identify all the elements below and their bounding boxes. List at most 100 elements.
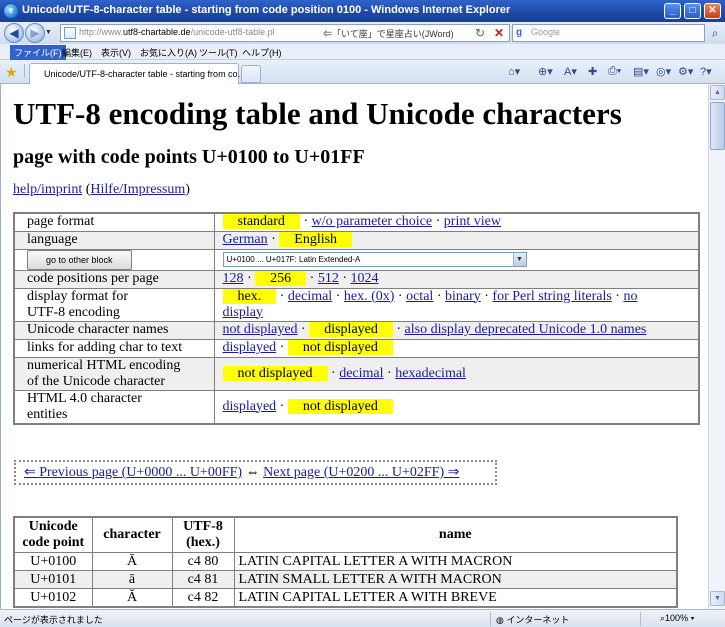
address-hint[interactable]: ⇐「いて座」で星座占い(JWord) (323, 27, 454, 40)
option-row: Unicode character names not displayed · … (13, 320, 700, 340)
menu-bar: ファイル(F) 編集(E) 表示(V) お気に入り(A) ツール(T) ヘルプ(… (0, 44, 725, 60)
name-cell: LATIN CAPITAL LETTER A WITH BREVE (233, 588, 678, 608)
search-icon[interactable]: ⌕ (707, 25, 723, 41)
selected-option: not displayed (222, 365, 328, 381)
menu-favorites[interactable]: お気に入り(A) (136, 45, 201, 60)
chevron-down-icon[interactable]: ▼ (512, 252, 526, 266)
option-link[interactable]: hex. (0x) (344, 289, 395, 304)
menu-tools[interactable]: ツール(T) (195, 45, 242, 60)
option-label: Unicode character names (13, 320, 215, 340)
security-zone: ◍ インターネット (496, 615, 570, 625)
selected-option: not displayed (287, 398, 393, 414)
divider (640, 612, 641, 626)
back-button[interactable]: ◀ (4, 23, 24, 43)
page-icon (64, 27, 76, 39)
selected-option: hex. (222, 288, 277, 304)
utf8-cell: c4 80 (171, 552, 235, 571)
option-link[interactable]: octal (406, 289, 433, 304)
option-link[interactable]: print view (444, 214, 501, 229)
safety-icon[interactable]: ◎▾ (656, 65, 671, 79)
option-link[interactable]: displayed (223, 399, 277, 414)
option-link[interactable]: also display deprecated Unicode 1.0 name… (405, 322, 647, 337)
help-imprint-link[interactable]: help/imprint (13, 182, 82, 197)
address-bar[interactable]: http://www.utf8-chartable.de/unicode-utf… (60, 24, 510, 42)
tab-current[interactable]: Unicode/UTF-8-character table - starting… (29, 63, 245, 84)
minimize-button[interactable]: _ (664, 3, 681, 19)
globe-icon: ◍ (496, 615, 504, 625)
status-text: ページが表示されました (4, 615, 103, 625)
close-button[interactable]: ✕ (704, 3, 721, 19)
read-mail-icon[interactable]: A▾ (564, 65, 577, 79)
menu-help[interactable]: ヘルプ(H) (238, 45, 286, 60)
option-row: language German · English (13, 230, 700, 250)
new-tab-button[interactable] (241, 65, 261, 83)
option-link[interactable]: 128 (223, 271, 244, 286)
google-icon: g (516, 27, 523, 38)
page-menu-icon[interactable]: ▤▾ (633, 65, 649, 79)
ie-logo-icon: e (3, 3, 19, 19)
name-cell: LATIN SMALL LETTER A WITH MACRON (233, 570, 678, 589)
tools-gear-icon[interactable]: ⚙▾ (678, 65, 693, 79)
address-url[interactable]: http://www.utf8-chartable.de/unicode-utf… (79, 27, 275, 37)
stop-icon[interactable]: ✕ (492, 26, 506, 40)
help-icon[interactable]: ?▾ (700, 65, 712, 79)
page-navigation: ⇐ Previous page (U+0000 ... U+00FF) ⇔ Ne… (14, 460, 497, 485)
character-cell: Ā (91, 552, 173, 571)
menu-edit[interactable]: 編集(E) (58, 45, 96, 60)
option-label: code positions per page (13, 269, 215, 289)
selected-option: standard (222, 214, 300, 230)
scroll-down-icon[interactable]: ▼ (710, 591, 725, 606)
option-link[interactable]: displayed (223, 340, 277, 355)
scrollbar-thumb[interactable] (710, 102, 725, 150)
option-link[interactable]: 512 (318, 271, 339, 286)
option-link[interactable]: display (223, 305, 263, 320)
option-link[interactable]: w/o parameter choice (312, 214, 433, 229)
refresh-icon[interactable]: ↻ (473, 26, 487, 40)
option-link[interactable]: no (623, 289, 637, 304)
scroll-up-icon[interactable]: ▲ (710, 85, 725, 100)
selected-option: displayed (309, 322, 393, 337)
menu-view[interactable]: 表示(V) (97, 45, 135, 60)
vertical-scrollbar[interactable]: ▲ ▼ (708, 84, 725, 609)
option-label: HTML 4.0 character entities (13, 389, 215, 424)
add-ons-icon[interactable]: ✚ (588, 65, 597, 79)
selected-option: not displayed (287, 340, 393, 355)
option-link[interactable]: for Perl string literals (492, 289, 611, 304)
help-links: help/imprint (Hilfe/Impressum) (13, 182, 190, 197)
go-to-other-block-button[interactable]: go to other block (27, 249, 132, 270)
forward-button[interactable]: ▶ (25, 23, 45, 43)
next-page-link[interactable]: Next page (U+0200 ... U+02FF) ⇒ (263, 465, 459, 480)
option-link[interactable]: hexadecimal (395, 366, 466, 381)
option-link[interactable]: German (223, 232, 268, 247)
option-row: page format standard · w/o parameter cho… (13, 212, 700, 232)
option-link[interactable]: 1024 (351, 271, 379, 286)
favorites-star-icon[interactable]: ★ (5, 64, 18, 81)
option-link[interactable]: binary (445, 289, 481, 304)
print-icon[interactable]: ⎙▾ (608, 65, 621, 79)
utf8-cell: c4 82 (171, 588, 235, 608)
code-cell: U+0100 (13, 552, 93, 571)
status-bar: ページが表示されました ◍ インターネット ⌕100% ▾ (0, 609, 725, 627)
hilfe-impressum-link[interactable]: Hilfe/Impressum (90, 182, 185, 197)
previous-page-link[interactable]: ⇐ Previous page (U+0000 ... U+00FF) (24, 465, 242, 480)
options-table: page format standard · w/o parameter cho… (13, 212, 700, 425)
search-input[interactable]: g Google (512, 24, 705, 42)
table-row: U+0101 ā c4 81 LATIN SMALL LETTER A WITH… (13, 570, 678, 589)
option-row: code positions per page 128 · 256 · 512 … (13, 269, 700, 289)
feeds-icon[interactable]: ⊕▾ (538, 65, 553, 79)
zoom-level[interactable]: ⌕100% ▾ (660, 613, 694, 624)
title-bar: e Unicode/UTF-8-character table - starti… (0, 0, 725, 22)
maximize-button[interactable]: □ (684, 3, 701, 19)
option-link[interactable]: decimal (339, 366, 383, 381)
option-link[interactable]: not displayed (223, 322, 298, 337)
block-select[interactable]: U+0100 ... U+017F: Latin Extended-A ▼ (222, 251, 527, 267)
home-icon[interactable]: ⌂▾ (508, 65, 520, 79)
column-header-code: Unicode code point (13, 516, 93, 553)
option-link[interactable]: decimal (288, 289, 332, 304)
history-dropdown-icon[interactable]: ▼ (45, 29, 52, 36)
column-header-utf8: UTF-8 (hex.) (171, 516, 235, 553)
search-placeholder: Google (531, 27, 561, 37)
option-label: language (13, 230, 215, 250)
option-label: numerical HTML encoding of the Unicode ch… (13, 356, 215, 391)
table-row: U+0102 Ă c4 82 LATIN CAPITAL LETTER A WI… (13, 588, 678, 608)
